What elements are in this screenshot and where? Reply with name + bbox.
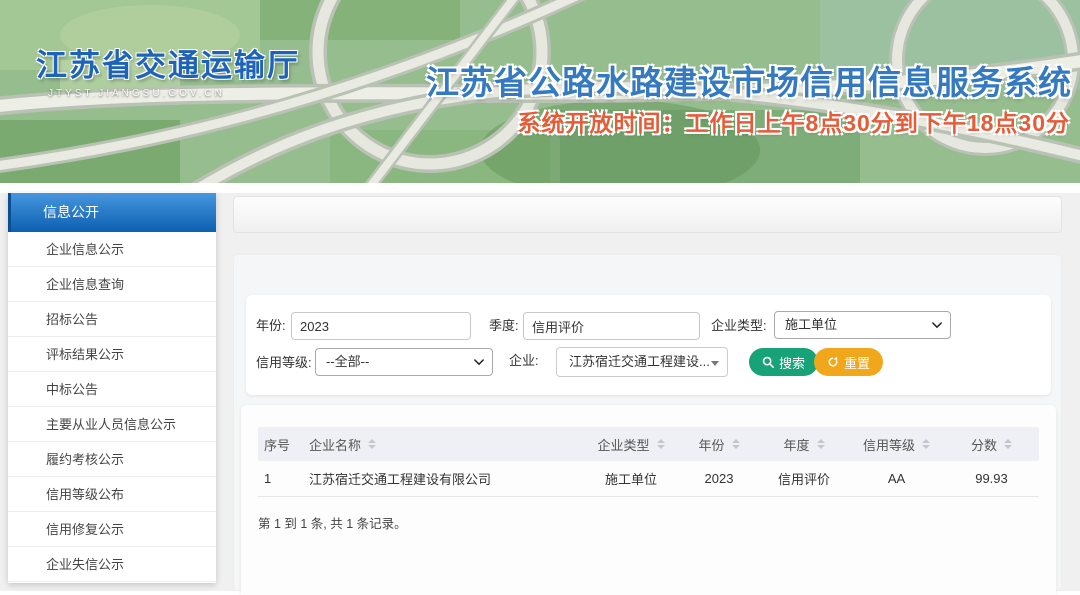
sort-icon xyxy=(732,439,740,449)
col-header-year-label: 年份 xyxy=(698,438,724,453)
sidebar-item-contract-performance[interactable]: 履约考核公示 xyxy=(8,442,216,477)
col-header-company-type[interactable]: 企业类型 xyxy=(583,427,679,461)
sort-icon xyxy=(657,439,665,449)
col-header-score-label: 分数 xyxy=(971,438,997,453)
col-header-company-type-label: 企业类型 xyxy=(597,438,649,453)
header-banner: 江苏省交通运输厅 JTYST.JIANGSU.GOV.CN 江苏省公路水路建设市… xyxy=(0,0,1080,183)
col-header-credit-level-label: 信用等级 xyxy=(863,438,915,453)
cell-credit-level: AA xyxy=(849,461,944,497)
search-button-label: 搜索 xyxy=(779,353,805,372)
main-content: 年份: 季度: 企业类型: 施工单位 信用等级: --全部-- xyxy=(233,196,1062,591)
department-logo-text: 江苏省交通运输厅 xyxy=(36,40,300,85)
col-header-period-label: 年度 xyxy=(783,438,809,453)
caret-down-icon xyxy=(711,361,719,366)
sidebar-header-info-disclosure[interactable]: 信息公开 xyxy=(8,193,216,232)
sort-icon xyxy=(1004,439,1012,449)
col-header-index: 序号 xyxy=(258,427,303,461)
quarter-label: 季度: xyxy=(489,312,519,340)
col-header-score[interactable]: 分数 xyxy=(944,427,1039,461)
col-header-year[interactable]: 年份 xyxy=(679,427,759,461)
system-open-time-notice: 系统开放时间：工作日上午8点30分到下午18点30分 xyxy=(517,104,1070,138)
cell-index: 1 xyxy=(258,461,303,497)
sidebar-item-credit-repair[interactable]: 信用修复公示 xyxy=(8,512,216,547)
sort-icon xyxy=(368,439,376,449)
sidebar-item-key-personnel-info[interactable]: 主要从业人员信息公示 xyxy=(8,407,216,442)
department-url-text: JTYST.JIANGSU.GOV.CN xyxy=(48,88,225,99)
search-icon xyxy=(762,356,774,368)
year-input[interactable] xyxy=(291,312,471,340)
header-divider xyxy=(0,183,1080,193)
company-type-label: 企业类型: xyxy=(711,312,767,340)
company-type-select[interactable]: 施工单位 xyxy=(774,311,951,339)
credit-level-value: --全部-- xyxy=(326,354,369,369)
sort-icon xyxy=(817,439,825,449)
sidebar-item-winning-bid-announcement[interactable]: 中标公告 xyxy=(8,372,216,407)
sidebar-menu: 企业信息公示 企业信息查询 招标公告 评标结果公示 中标公告 主要从业人员信息公… xyxy=(8,232,216,582)
sidebar-item-bid-evaluation-result[interactable]: 评标结果公示 xyxy=(8,337,216,372)
col-header-company-name-label: 企业名称 xyxy=(309,438,361,453)
search-button[interactable]: 搜索 xyxy=(749,348,818,376)
company-type-value: 施工单位 xyxy=(785,317,837,332)
col-header-credit-level[interactable]: 信用等级 xyxy=(849,427,944,461)
cell-company-name: 江苏宿迁交通工程建设有限公司 xyxy=(303,461,583,497)
sidebar-item-enterprise-dishonesty[interactable]: 企业失信公示 xyxy=(8,547,216,582)
chevron-down-icon xyxy=(932,322,942,329)
search-filter-card: 年份: 季度: 企业类型: 施工单位 信用等级: --全部-- xyxy=(246,295,1051,395)
sort-icon xyxy=(922,439,930,449)
quarter-input[interactable] xyxy=(523,312,700,340)
credit-level-select[interactable]: --全部-- xyxy=(315,348,493,376)
sidebar-item-credit-rating-release[interactable]: 信用等级公布 xyxy=(8,477,216,512)
content-panel: 年份: 季度: 企业类型: 施工单位 信用等级: --全部-- xyxy=(233,254,1062,591)
cell-company-type: 施工单位 xyxy=(583,461,679,497)
table-row: 1 江苏宿迁交通工程建设有限公司 施工单位 2023 信用评价 AA 99.93 xyxy=(258,461,1039,497)
refresh-icon xyxy=(827,356,839,368)
sidebar-item-enterprise-info-query[interactable]: 企业信息查询 xyxy=(8,267,216,302)
table-header-row: 序号 企业名称 企业类型 年份 xyxy=(258,427,1039,461)
sidebar-item-bid-announcement[interactable]: 招标公告 xyxy=(8,302,216,337)
results-table: 序号 企业名称 企业类型 年份 xyxy=(258,427,1039,497)
system-title: 江苏省公路水路建设市场信用信息服务系统 xyxy=(426,56,1072,104)
results-table-card: 序号 企业名称 企业类型 年份 xyxy=(241,405,1056,595)
cell-period: 信用评价 xyxy=(759,461,849,497)
page-body: 信息公开 企业信息公示 企业信息查询 招标公告 评标结果公示 中标公告 主要从业… xyxy=(0,183,1080,591)
cell-year: 2023 xyxy=(679,461,759,497)
company-value: 江苏宿迁交通工程建设... xyxy=(569,354,710,369)
empty-toolbar xyxy=(233,196,1062,233)
cell-score: 99.93 xyxy=(944,461,1039,497)
col-header-index-label: 序号 xyxy=(264,438,290,453)
company-label: 企业: xyxy=(509,347,539,375)
col-header-company-name[interactable]: 企业名称 xyxy=(303,427,583,461)
chevron-down-icon xyxy=(474,359,484,366)
year-label: 年份: xyxy=(256,312,286,340)
sidebar-item-enterprise-info-publicity[interactable]: 企业信息公示 xyxy=(8,232,216,267)
sidebar: 信息公开 企业信息公示 企业信息查询 招标公告 评标结果公示 中标公告 主要从业… xyxy=(8,193,216,583)
company-dropdown[interactable]: 江苏宿迁交通工程建设... xyxy=(556,347,728,377)
reset-button[interactable]: 重置 xyxy=(814,348,883,376)
reset-button-label: 重置 xyxy=(844,353,870,372)
col-header-period[interactable]: 年度 xyxy=(759,427,849,461)
record-count-summary: 第 1 到 1 条, 共 1 条记录。 xyxy=(258,513,1039,532)
credit-level-label: 信用等级: xyxy=(256,349,312,377)
